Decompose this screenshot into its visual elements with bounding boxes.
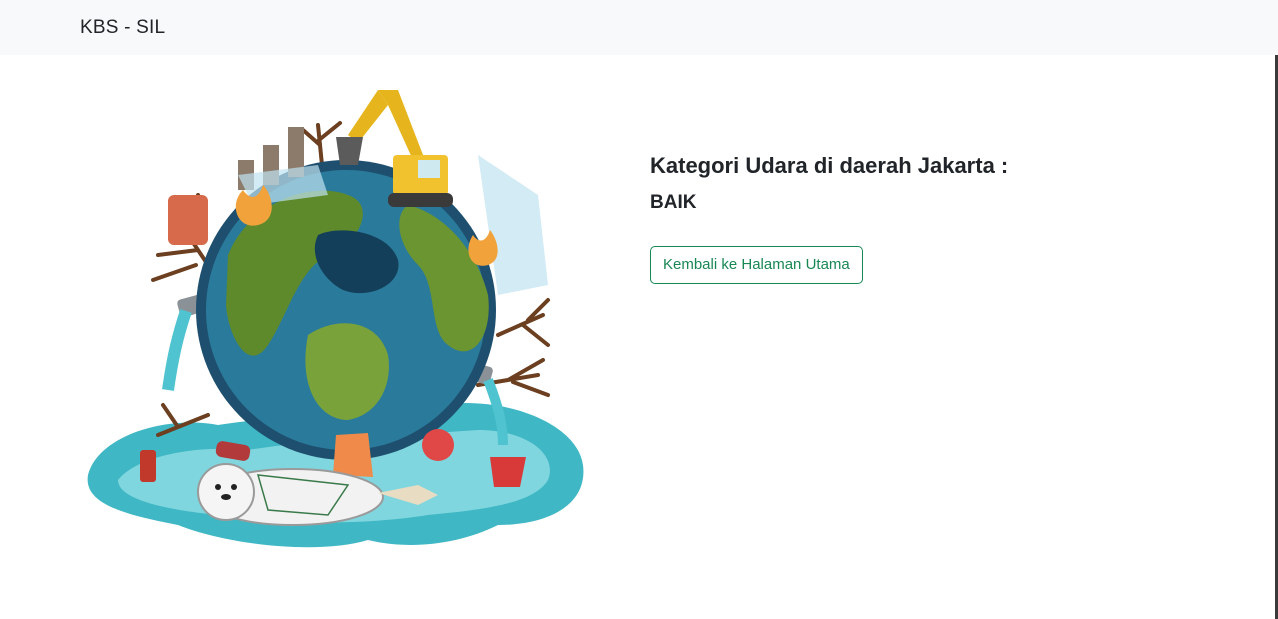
earth-illustration-graphic <box>87 90 584 548</box>
result-panel: Kategori Udara di daerah Jakarta : BAIK … <box>650 150 1210 284</box>
navbar-brand[interactable]: KBS - SIL <box>80 17 165 39</box>
result-heading: Kategori Udara di daerah Jakarta : <box>650 153 1009 178</box>
back-to-home-button[interactable]: Kembali ke Halaman Utama <box>650 246 863 284</box>
air-quality-category: BAIK <box>650 192 697 213</box>
top-navbar: KBS - SIL <box>0 0 1278 55</box>
polluted-earth-illustration <box>78 85 588 555</box>
